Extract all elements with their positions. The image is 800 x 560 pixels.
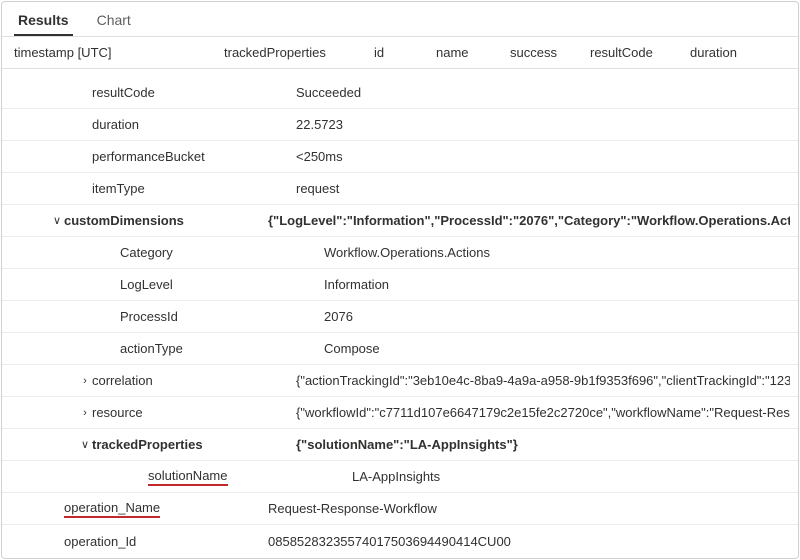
- col-success[interactable]: success: [510, 45, 590, 60]
- value: Information: [324, 277, 790, 292]
- key: solutionName: [148, 468, 244, 486]
- row-resource[interactable]: ›resource {"workflowId":"c7711d107e66471…: [2, 397, 798, 429]
- key: itemType: [92, 181, 161, 196]
- chevron-down-icon[interactable]: ∨: [50, 214, 64, 227]
- chevron-right-icon[interactable]: ›: [78, 407, 92, 419]
- highlight: operation_Name: [64, 500, 160, 518]
- key: ProcessId: [120, 309, 194, 324]
- row-actiontype[interactable]: actionType Compose: [2, 333, 798, 365]
- value: {"LogLevel":"Information","ProcessId":"2…: [268, 213, 790, 228]
- value: {"workflowId":"c7711d107e6647179c2e15fe2…: [296, 405, 790, 420]
- row-category[interactable]: Category Workflow.Operations.Actions: [2, 237, 798, 269]
- row-resultCode[interactable]: resultCode Succeeded: [2, 77, 798, 109]
- key: resource: [92, 405, 159, 420]
- row-trackedproperties[interactable]: ∨trackedProperties {"solutionName":"LA-A…: [2, 429, 798, 461]
- value: <250ms: [296, 149, 790, 164]
- key: actionType: [120, 341, 199, 356]
- key: customDimensions: [64, 213, 200, 228]
- row-solutionname[interactable]: solutionName LA-AppInsights: [2, 461, 798, 493]
- col-id[interactable]: id: [374, 45, 436, 60]
- key: correlation: [92, 373, 169, 388]
- row-customDimensions[interactable]: ∨customDimensions {"LogLevel":"Informati…: [2, 205, 798, 237]
- results-panel: Results Chart timestamp [UTC] trackedPro…: [1, 1, 799, 559]
- highlight: solutionName: [148, 468, 228, 486]
- key: resultCode: [92, 85, 171, 100]
- value: LA-AppInsights: [352, 469, 790, 484]
- col-timestamp[interactable]: timestamp [UTC]: [14, 45, 224, 60]
- chevron-right-icon[interactable]: ›: [78, 375, 92, 387]
- key: trackedProperties: [92, 437, 219, 452]
- key: operation_Name: [64, 500, 176, 518]
- value: 2076: [324, 309, 790, 324]
- value: {"solutionName":"LA-AppInsights"}: [296, 437, 790, 452]
- column-headers: timestamp [UTC] trackedProperties id nam…: [2, 37, 798, 69]
- tab-results[interactable]: Results: [14, 8, 73, 36]
- row-correlation[interactable]: ›correlation {"actionTrackingId":"3eb10e…: [2, 365, 798, 397]
- value: Compose: [324, 341, 790, 356]
- value: Succeeded: [296, 85, 790, 100]
- row-performanceBucket[interactable]: performanceBucket <250ms: [2, 141, 798, 173]
- tab-chart[interactable]: Chart: [93, 8, 135, 36]
- value: 08585283235574017503694490414CU00: [268, 534, 790, 549]
- tab-bar: Results Chart: [2, 2, 798, 36]
- value: Request-Response-Workflow: [268, 501, 790, 516]
- row-itemType[interactable]: itemType request: [2, 173, 798, 205]
- key: LogLevel: [120, 277, 189, 292]
- col-tracked[interactable]: trackedProperties: [224, 45, 374, 60]
- key: Category: [120, 245, 189, 260]
- value: request: [296, 181, 790, 196]
- row-operationid[interactable]: operation_Id 085852832355740175036944904…: [2, 525, 798, 557]
- col-name[interactable]: name: [436, 45, 510, 60]
- row-operationname[interactable]: operation_Name Request-Response-Workflow: [2, 493, 798, 525]
- chevron-down-icon[interactable]: ∨: [78, 438, 92, 451]
- value: 22.5723: [296, 117, 790, 132]
- row-loglevel[interactable]: LogLevel Information: [2, 269, 798, 301]
- results-body: resultCode Succeeded duration 22.5723 pe…: [2, 69, 798, 558]
- col-resultCode[interactable]: resultCode: [590, 45, 690, 60]
- key: operation_Id: [64, 534, 152, 549]
- key: duration: [92, 117, 155, 132]
- col-duration[interactable]: duration: [690, 45, 753, 60]
- row-processid[interactable]: ProcessId 2076: [2, 301, 798, 333]
- row-duration[interactable]: duration 22.5723: [2, 109, 798, 141]
- value: Workflow.Operations.Actions: [324, 245, 790, 260]
- value: {"actionTrackingId":"3eb10e4c-8ba9-4a9a-…: [296, 373, 790, 388]
- key: performanceBucket: [92, 149, 221, 164]
